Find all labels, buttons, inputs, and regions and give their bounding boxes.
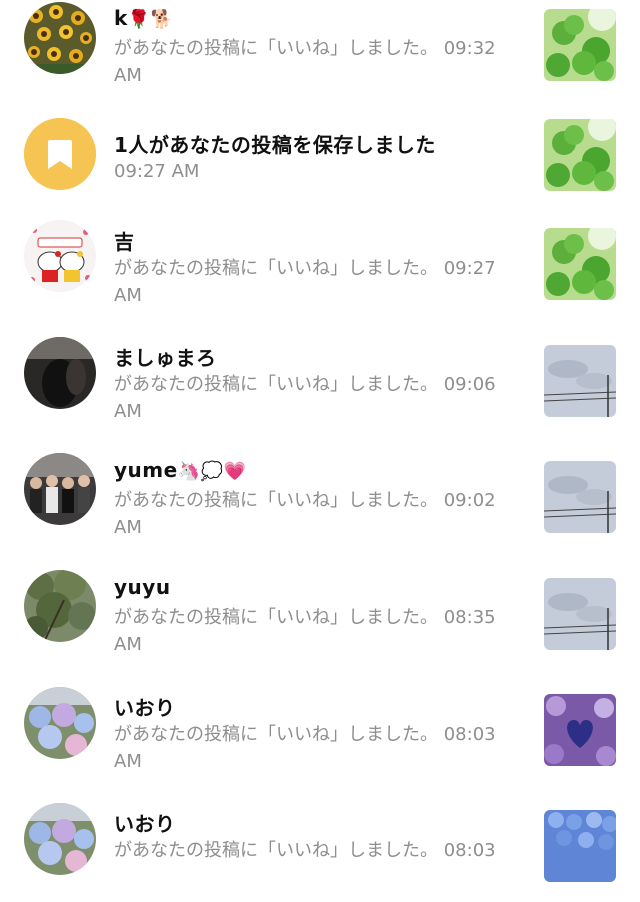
- sky-wires-photo-icon: [544, 461, 616, 533]
- emoji-decoration: 🦄💭💗: [177, 461, 247, 482]
- post-thumbnail[interactable]: [544, 694, 616, 766]
- timestamp: AM: [114, 634, 142, 655]
- list-item[interactable]: ましゅまろ があなたの投稿に「いいね」しました。 09:06 AM: [0, 336, 640, 436]
- notification-text: があなたの投稿に「いいね」しました。 08:35: [114, 607, 496, 628]
- list-item[interactable]: k🌹🐕 があなたの投稿に「いいね」しました。 09:32 AM: [0, 0, 640, 100]
- purple-heart-photo-icon: [544, 694, 616, 766]
- avatar[interactable]: [24, 2, 96, 74]
- avatar[interactable]: [24, 220, 96, 292]
- notification-text: があなたの投稿に「いいね」しました。 09:27: [114, 258, 496, 279]
- clover-photo-icon: [544, 228, 616, 300]
- post-thumbnail[interactable]: [544, 119, 616, 191]
- avatar[interactable]: [24, 453, 96, 525]
- avatar[interactable]: [24, 687, 96, 759]
- avatar[interactable]: [24, 118, 96, 190]
- username[interactable]: yuyu: [114, 575, 171, 599]
- timestamp: AM: [114, 285, 142, 306]
- blue-hydrangea-photo-icon: [544, 810, 616, 882]
- username[interactable]: 吉: [114, 230, 135, 254]
- list-item[interactable]: いおり があなたの投稿に「いいね」しました。 08:03 AM: [0, 686, 640, 786]
- list-item[interactable]: yuyu があなたの投稿に「いいね」しました。 08:35 AM: [0, 569, 640, 669]
- avatar[interactable]: [24, 570, 96, 642]
- notification-text: があなたの投稿に「いいね」しました。 08:03: [114, 724, 496, 745]
- post-thumbnail[interactable]: [544, 9, 616, 81]
- avatar[interactable]: [24, 803, 96, 875]
- sky-wires-photo-icon: [544, 345, 616, 417]
- post-thumbnail[interactable]: [544, 578, 616, 650]
- list-item[interactable]: yume🦄💭💗 があなたの投稿に「いいね」しました。 09:02 AM: [0, 452, 640, 552]
- username[interactable]: ましゅまろ: [114, 346, 217, 370]
- notification-title: 1人があなたの投稿を保存しました: [114, 133, 436, 157]
- timestamp: AM: [114, 401, 142, 422]
- tree-photo-icon: [24, 570, 96, 642]
- group-photo-icon: [24, 453, 96, 525]
- username[interactable]: yume: [114, 458, 178, 482]
- list-item[interactable]: 吉 があなたの投稿に「いいね」しました。 09:27 AM: [0, 220, 640, 320]
- username[interactable]: k: [114, 6, 128, 30]
- clover-photo-icon: [544, 119, 616, 191]
- post-thumbnail[interactable]: [544, 461, 616, 533]
- sunflowers-photo-icon: [24, 2, 96, 74]
- bookmark-icon: [24, 118, 96, 190]
- timestamp: AM: [114, 65, 142, 86]
- timestamp: AM: [114, 751, 142, 772]
- hydrangea-photo-icon: [24, 687, 96, 759]
- notification-text: があなたの投稿に「いいね」しました。 09:32: [114, 38, 496, 59]
- notification-text: があなたの投稿に「いいね」しました。 09:06: [114, 374, 496, 395]
- notification-text: があなたの投稿に「いいね」しました。 09:02: [114, 490, 496, 511]
- clover-photo-icon: [544, 9, 616, 81]
- post-thumbnail[interactable]: [544, 810, 616, 882]
- username[interactable]: いおり: [114, 812, 176, 836]
- avatar[interactable]: [24, 337, 96, 409]
- list-item[interactable]: 1人があなたの投稿を保存しました 09:27 AM: [0, 117, 640, 217]
- emoji-decoration: 🌹🐕: [127, 9, 174, 30]
- post-thumbnail[interactable]: [544, 345, 616, 417]
- sky-wires-photo-icon: [544, 578, 616, 650]
- list-item[interactable]: いおり があなたの投稿に「いいね」しました。 08:03: [0, 802, 640, 902]
- hydrangea-photo-icon: [24, 803, 96, 875]
- hello-kitty-photo-icon: [24, 220, 96, 292]
- notification-text: があなたの投稿に「いいね」しました。 08:03: [114, 840, 496, 861]
- timestamp: AM: [114, 517, 142, 538]
- timestamp: 09:27 AM: [114, 161, 200, 182]
- dark-photo-icon: [24, 337, 96, 409]
- post-thumbnail[interactable]: [544, 228, 616, 300]
- username[interactable]: いおり: [114, 696, 176, 720]
